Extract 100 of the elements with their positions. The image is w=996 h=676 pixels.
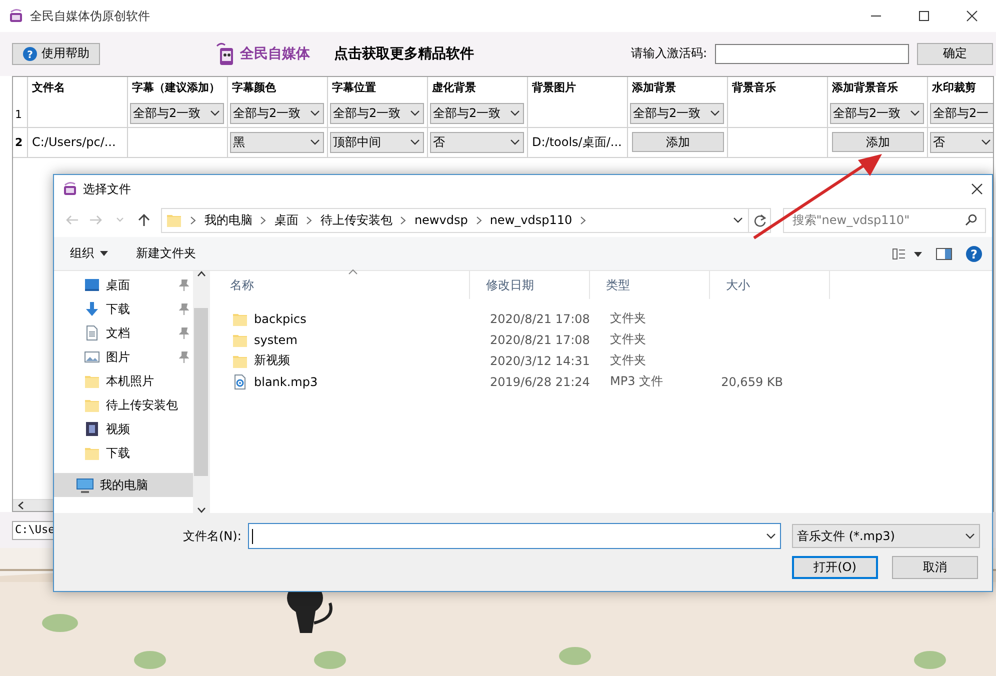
dropdown-caret-icon bbox=[981, 138, 991, 146]
nav-item[interactable]: 我的电脑 bbox=[54, 473, 193, 497]
dropdown-caret-icon bbox=[310, 138, 320, 146]
row-number: 2 bbox=[15, 136, 23, 149]
view-options-icon[interactable] bbox=[892, 248, 922, 260]
activation-code-field[interactable] bbox=[715, 44, 909, 64]
sort-caret-icon bbox=[348, 269, 358, 275]
folder-icon bbox=[84, 397, 100, 413]
cell-dropdown[interactable]: 黑 bbox=[230, 132, 324, 153]
filter-dropdown[interactable]: 全部与2一致 bbox=[430, 102, 524, 124]
filename-field[interactable] bbox=[248, 523, 781, 549]
refresh-icon[interactable] bbox=[754, 214, 766, 226]
file-type: 文件夹 bbox=[610, 332, 646, 346]
column-header: 虚化背景 bbox=[431, 80, 477, 95]
breadcrumb[interactable]: 桌面 bbox=[274, 212, 298, 228]
file-name[interactable]: backpics bbox=[254, 312, 306, 326]
nav-item[interactable]: 下载 bbox=[54, 297, 193, 321]
file-name[interactable]: blank.mp3 bbox=[254, 374, 318, 388]
nav-item[interactable]: 下载 bbox=[54, 441, 193, 465]
column-header: 字幕颜色 bbox=[231, 80, 277, 95]
breadcrumb[interactable]: new_vdsp110 bbox=[490, 213, 572, 227]
nav-item[interactable]: 图片 bbox=[54, 345, 193, 369]
file-date: 2020/8/21 17:08 bbox=[490, 312, 590, 326]
file-name[interactable]: 新视频 bbox=[254, 352, 290, 369]
filter-dropdown[interactable]: 全部与2一致 bbox=[830, 102, 924, 124]
column-header: 字幕位置 bbox=[331, 80, 377, 95]
filter-dropdown[interactable]: 全部与2一致 bbox=[130, 102, 224, 124]
new-folder-button[interactable]: 新建文件夹 bbox=[136, 245, 196, 262]
add-button[interactable]: 添加 bbox=[632, 132, 724, 152]
nav-item[interactable]: 本机照片 bbox=[54, 369, 193, 393]
file-type-dropdown[interactable]: 音乐文件 (*.mp3) bbox=[792, 524, 980, 548]
chevron-icon bbox=[260, 216, 266, 224]
file-size: 20,659 KB bbox=[721, 374, 783, 388]
computer-icon bbox=[76, 477, 94, 493]
confirm-button[interactable]: 确定 bbox=[917, 42, 993, 65]
row-number: 1 bbox=[15, 108, 22, 121]
nav-item[interactable]: 文档 bbox=[54, 321, 193, 345]
maximize-icon[interactable] bbox=[918, 10, 930, 22]
search-field[interactable]: 搜索"new_vdsp110" bbox=[783, 208, 986, 232]
table-cell-text: D:/tools/桌面/... bbox=[531, 134, 622, 151]
nav-item[interactable]: 待上传安装包 bbox=[54, 393, 193, 417]
help-icon: ? bbox=[22, 46, 36, 61]
column-header: 添加背景音乐 bbox=[831, 80, 899, 95]
cell-dropdown[interactable]: 否 bbox=[930, 132, 993, 153]
filename-label: 文件名(N): bbox=[183, 528, 242, 544]
dropdown-caret-icon bbox=[100, 251, 108, 256]
column-header[interactable]: 名称 bbox=[210, 271, 470, 299]
close-icon[interactable] bbox=[966, 10, 978, 22]
folder-icon bbox=[166, 212, 182, 228]
dropdown-caret-icon bbox=[310, 109, 320, 118]
column-header[interactable]: 大小 bbox=[710, 271, 830, 299]
dropdown-caret-icon[interactable] bbox=[733, 216, 744, 224]
chevron-icon bbox=[476, 216, 482, 224]
nav-item[interactable]: 桌面 bbox=[54, 273, 193, 297]
app-icon bbox=[62, 181, 78, 197]
dropdown-caret-icon bbox=[410, 109, 420, 118]
preview-pane-icon[interactable] bbox=[936, 248, 952, 260]
dropdown-caret-icon bbox=[510, 138, 520, 146]
dialog-button[interactable]: 取消 bbox=[892, 556, 978, 579]
chevron-icon bbox=[190, 216, 196, 224]
cell-dropdown[interactable]: 顶部中间 bbox=[330, 132, 424, 153]
promo-link[interactable]: 点击获取更多精品软件 bbox=[334, 44, 474, 63]
vertical-scrollbar[interactable] bbox=[193, 271, 209, 513]
breadcrumb[interactable]: newvdsp bbox=[414, 213, 468, 227]
organize-menu[interactable]: 组织 bbox=[70, 245, 108, 262]
up-arrow-icon[interactable] bbox=[136, 214, 150, 226]
column-header: 背景音乐 bbox=[730, 80, 777, 95]
dropdown-caret-icon bbox=[710, 109, 720, 118]
address-bar[interactable]: 我的电脑 桌面 待上传安装包 newvdsp new_vdsp110 bbox=[161, 208, 772, 232]
chevron-icon bbox=[306, 216, 312, 224]
filter-dropdown[interactable]: 全部与2一 bbox=[930, 102, 993, 124]
add-button[interactable]: 添加 bbox=[832, 132, 924, 152]
chevron-icon bbox=[580, 216, 586, 224]
search-icon bbox=[964, 214, 977, 226]
column-header: 水印裁剪 bbox=[930, 80, 977, 95]
brand-name: 全民自媒体 bbox=[240, 44, 310, 63]
document-icon bbox=[84, 325, 100, 341]
dropdown-caret-icon bbox=[510, 109, 520, 118]
help-icon[interactable]: ? bbox=[966, 246, 982, 262]
download-arrow-icon bbox=[84, 301, 100, 317]
file-date: 2020/3/12 14:31 bbox=[490, 354, 590, 368]
scroll-down-icon bbox=[196, 507, 206, 513]
filter-dropdown[interactable]: 全部与2一致 bbox=[230, 102, 324, 124]
window-title: 全民自媒体伪原创软件 bbox=[30, 8, 151, 24]
column-header[interactable]: 类型 bbox=[590, 271, 710, 299]
file-name[interactable]: system bbox=[254, 332, 298, 346]
nav-item[interactable]: 视频 bbox=[54, 417, 193, 441]
close-icon[interactable] bbox=[971, 183, 983, 195]
dropdown-caret-icon bbox=[965, 532, 975, 540]
filter-dropdown[interactable]: 全部与2一致 bbox=[330, 102, 424, 124]
breadcrumb[interactable]: 我的电脑 bbox=[204, 212, 252, 228]
audio-file-icon bbox=[232, 374, 248, 390]
help-button[interactable]: ? 使用帮助 bbox=[12, 42, 100, 65]
filter-dropdown[interactable]: 全部与2一致 bbox=[630, 102, 724, 124]
folder-icon bbox=[84, 445, 100, 461]
breadcrumb[interactable]: 待上传安装包 bbox=[320, 212, 392, 228]
column-header[interactable]: 修改日期 bbox=[470, 271, 590, 299]
dropdown-caret-icon bbox=[410, 138, 420, 146]
dialog-button[interactable]: 打开(O) bbox=[792, 556, 878, 579]
cell-dropdown[interactable]: 否 bbox=[430, 132, 524, 153]
